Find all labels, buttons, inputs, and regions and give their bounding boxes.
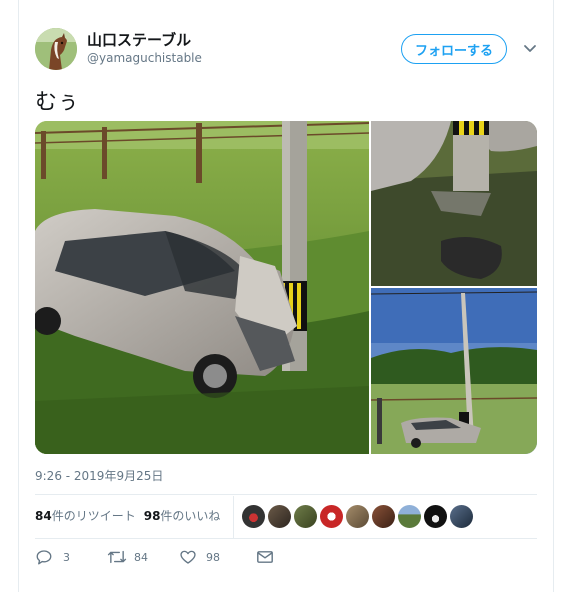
retweet-count: 84	[35, 509, 52, 523]
tweet-stats: 84件のリツイート 98件のいいね	[35, 507, 220, 524]
divider-bottom	[35, 538, 537, 539]
retweet-action-count: 84	[134, 550, 148, 564]
heart-icon	[180, 550, 196, 564]
retweet-icon	[107, 550, 127, 564]
like-label: 件のいいね	[160, 509, 221, 523]
photo-top-right[interactable]	[371, 121, 537, 286]
tweet-timestamp[interactable]: 9:26 - 2019年9月25日	[35, 467, 163, 484]
retweet-action[interactable]: 84	[107, 548, 179, 566]
retweet-stat[interactable]: 84件のリツイート	[35, 507, 136, 524]
liker-avatar[interactable]	[294, 505, 317, 528]
like-count: 98	[143, 509, 161, 523]
display-name[interactable]: 山口ステーブル	[87, 29, 191, 50]
direct-message-action[interactable]	[257, 550, 273, 564]
tweet-text: むぅ	[35, 90, 80, 115]
tweet-actions: 3 84 98	[35, 547, 273, 567]
liker-avatar[interactable]	[424, 505, 447, 528]
chevron-down-icon[interactable]	[521, 40, 539, 58]
liker-avatars	[242, 505, 473, 528]
liker-avatar[interactable]	[398, 505, 421, 528]
liker-avatar[interactable]	[450, 505, 473, 528]
retweet-label: 件のリツイート	[51, 509, 136, 523]
card-right-border	[553, 0, 554, 592]
photo-main[interactable]	[35, 121, 369, 454]
user-avatar[interactable]	[35, 28, 77, 70]
follow-button[interactable]: フォローする	[401, 34, 507, 64]
liker-avatar[interactable]	[320, 505, 343, 528]
reply-count: 3	[63, 550, 70, 564]
reply-action[interactable]: 3	[35, 548, 107, 566]
liker-avatar[interactable]	[346, 505, 369, 528]
user-handle[interactable]: @yamaguchistable	[87, 51, 202, 65]
liker-avatar[interactable]	[372, 505, 395, 528]
liker-avatar[interactable]	[268, 505, 291, 528]
horse-avatar-icon	[35, 28, 77, 70]
tweet-card: 山口ステーブル @yamaguchistable フォローする むぅ 9:26 …	[0, 0, 572, 592]
media-grid	[35, 121, 537, 454]
liker-avatar[interactable]	[242, 505, 265, 528]
like-action-count: 98	[206, 550, 220, 564]
card-left-border	[18, 0, 19, 592]
reply-icon	[36, 550, 52, 565]
stats-separator	[233, 496, 234, 538]
like-stat[interactable]: 98件のいいね	[144, 507, 221, 524]
divider-top	[35, 494, 537, 495]
like-action[interactable]: 98	[179, 548, 257, 566]
photo-bottom-right[interactable]	[371, 288, 537, 454]
envelope-icon	[257, 551, 273, 563]
